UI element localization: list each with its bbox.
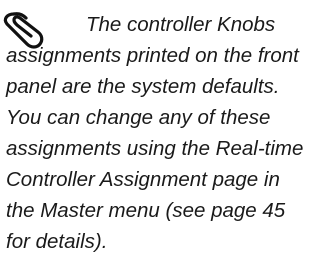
note-line: You can change any of these bbox=[6, 106, 271, 129]
note-line: assignments printed on the front bbox=[6, 44, 299, 67]
note-text: The controller Knobs assignments printed… bbox=[6, 9, 330, 257]
note-line: the Master menu (see page 45 bbox=[6, 199, 286, 222]
note-line: panel are the system defaults. bbox=[6, 75, 280, 98]
note-box: The controller Knobs assignments printed… bbox=[0, 0, 334, 280]
note-line: assignments using the Real-time bbox=[6, 137, 304, 160]
note-line: for details). bbox=[6, 230, 108, 253]
note-line: Controller Assignment page in bbox=[6, 168, 280, 191]
note-line: The controller Knobs bbox=[86, 13, 276, 36]
